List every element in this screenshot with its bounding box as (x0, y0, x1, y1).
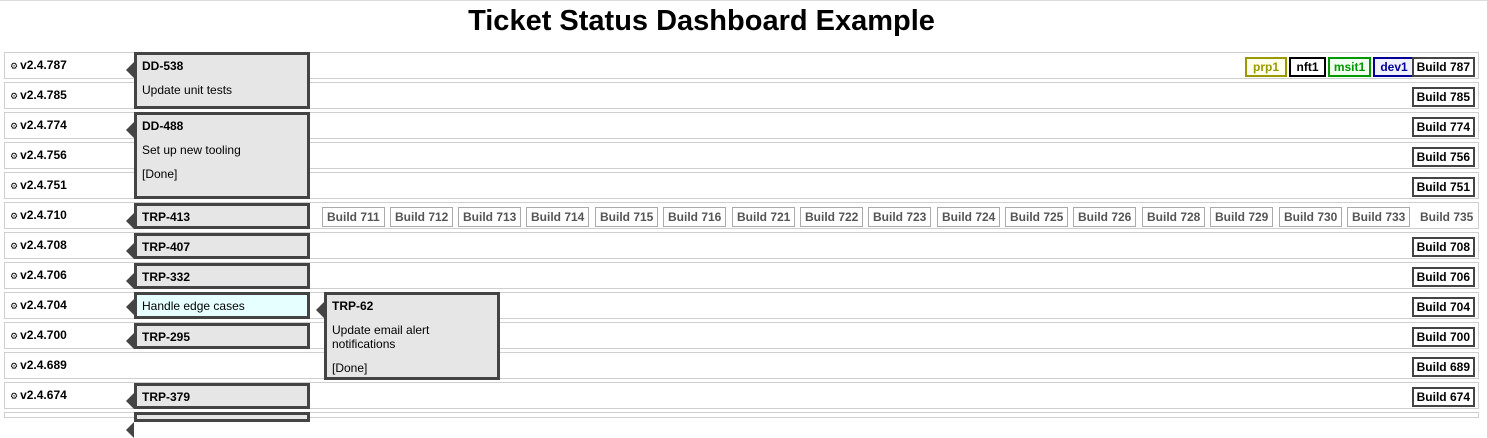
gear-icon: ⚙ (10, 241, 19, 251)
ticket-card-trp-413[interactable]: TRP-413 (126, 203, 310, 229)
version-label[interactable]: ⚙ v2.4.700 (10, 329, 67, 343)
env-badge-msit1[interactable]: msit1 (1328, 57, 1371, 77)
ticket-description: Update unit tests (142, 83, 233, 97)
gear-icon: ⚙ (10, 271, 19, 281)
ticket-card-trp-379[interactable]: TRP-379 (126, 383, 310, 409)
env-badge-nft1[interactable]: nft1 (1289, 57, 1326, 77)
ticket-card-trp-295[interactable]: TRP-295 (126, 323, 310, 349)
gear-icon: ⚙ (10, 211, 19, 221)
gear-icon: ⚙ (10, 91, 19, 101)
ticket-description: Update email alert notifications (332, 323, 430, 351)
gear-icon: ⚙ (10, 331, 19, 341)
build-chip[interactable]: Build 716 (663, 207, 727, 227)
build-chip[interactable]: Build 715 (595, 207, 659, 227)
page-title: Ticket Status Dashboard Example (468, 5, 935, 37)
latest-build-badge[interactable]: Build 756 (1411, 147, 1475, 167)
version-label[interactable]: ⚙ v2.4.706 (10, 269, 67, 283)
version-row: ⚙ v2.4.689 Build 689 (4, 352, 1479, 379)
ticket-card-handle-edge-cases[interactable]: Handle edge cases (126, 292, 310, 319)
ticket-card-trp-332[interactable]: TRP-332 (126, 263, 310, 289)
env-badge-dev1[interactable]: dev1 (1373, 57, 1415, 77)
gear-icon: ⚙ (10, 301, 19, 311)
latest-build-badge[interactable]: Build 774 (1411, 117, 1475, 137)
build-chip[interactable]: Build 712 (390, 207, 454, 227)
ticket-description: Set up new tooling (142, 143, 241, 157)
top-divider (0, 0, 1487, 1)
gear-icon: ⚙ (10, 391, 19, 401)
version-label[interactable]: ⚙ v2.4.785 (10, 89, 67, 103)
build-chip[interactable]: Build 729 (1210, 207, 1274, 227)
ticket-id: TRP-332 (142, 270, 191, 284)
ticket-card-trp-407[interactable]: TRP-407 (126, 233, 310, 259)
latest-build-badge[interactable]: Build 708 (1411, 237, 1475, 257)
ticket-status: [Done] (142, 167, 178, 181)
version-label[interactable]: ⚙ v2.4.756 (10, 149, 67, 163)
ticket-id: TRP-407 (142, 240, 191, 254)
gear-icon: ⚙ (10, 121, 19, 131)
ticket-id: DD-538 (142, 59, 184, 73)
ticket-card-dd-538[interactable]: DD-538 Update unit tests (126, 52, 310, 109)
latest-build-badge[interactable]: Build 674 (1411, 387, 1475, 407)
ticket-id: TRP-413 (142, 210, 191, 224)
version-label[interactable]: ⚙ v2.4.704 (10, 299, 67, 313)
build-chip[interactable]: Build 733 (1347, 207, 1411, 227)
ticket-description: Handle edge cases (142, 299, 245, 313)
build-chip[interactable]: Build 722 (800, 207, 864, 227)
version-label[interactable]: ⚙ v2.4.774 (10, 119, 67, 133)
latest-build-badge[interactable]: Build 785 (1411, 87, 1475, 107)
ticket-id: DD-488 (142, 119, 184, 133)
build-chip[interactable]: Build 728 (1142, 207, 1206, 227)
latest-build-badge[interactable]: Build 689 (1411, 357, 1475, 377)
version-label[interactable]: ⚙ v2.4.787 (10, 59, 67, 73)
build-chip[interactable]: Build 713 (458, 207, 522, 227)
build-chip[interactable]: Build 723 (868, 207, 932, 227)
ticket-status: [Done] (332, 361, 368, 375)
build-chip[interactable]: Build 726 (1073, 207, 1137, 227)
build-chip[interactable]: Build 725 (1005, 207, 1069, 227)
ticket-id: TRP-62 (332, 299, 374, 313)
version-label[interactable]: ⚙ v2.4.689 (10, 359, 67, 373)
ticket-card-trp-62[interactable]: TRP-62 Update email alert notifications … (316, 292, 500, 380)
build-chip[interactable]: Build 730 (1279, 207, 1343, 227)
gear-icon: ⚙ (10, 361, 19, 371)
latest-build-badge[interactable]: Build 751 (1411, 177, 1475, 197)
build-chip[interactable]: Build 714 (526, 207, 590, 227)
env-badge-prp1[interactable]: prp1 (1245, 57, 1287, 77)
build-chip[interactable]: Build 735 (1415, 207, 1479, 227)
gear-icon: ⚙ (10, 61, 19, 71)
gear-icon: ⚙ (10, 181, 19, 191)
ticket-id: TRP-379 (142, 390, 191, 404)
version-label[interactable]: ⚙ v2.4.708 (10, 239, 67, 253)
ticket-card-dd-488[interactable]: DD-488 Set up new tooling [Done] (126, 112, 310, 199)
build-chip[interactable]: Build 711 (322, 207, 385, 227)
latest-build-badge[interactable]: Build 787 (1411, 57, 1475, 77)
build-chip[interactable]: Build 724 (937, 207, 1001, 227)
ticket-id: TRP-295 (142, 330, 191, 344)
latest-build-badge[interactable]: Build 700 (1411, 327, 1475, 347)
gear-icon: ⚙ (10, 151, 19, 161)
version-label[interactable]: ⚙ v2.4.674 (10, 389, 67, 403)
latest-build-badge[interactable]: Build 704 (1411, 297, 1475, 317)
build-chip[interactable]: Build 721 (732, 207, 796, 227)
version-label[interactable]: ⚙ v2.4.710 (10, 209, 67, 223)
latest-build-badge[interactable]: Build 706 (1411, 267, 1475, 287)
version-label[interactable]: ⚙ v2.4.751 (10, 179, 67, 193)
ticket-card-partial[interactable] (126, 412, 310, 438)
